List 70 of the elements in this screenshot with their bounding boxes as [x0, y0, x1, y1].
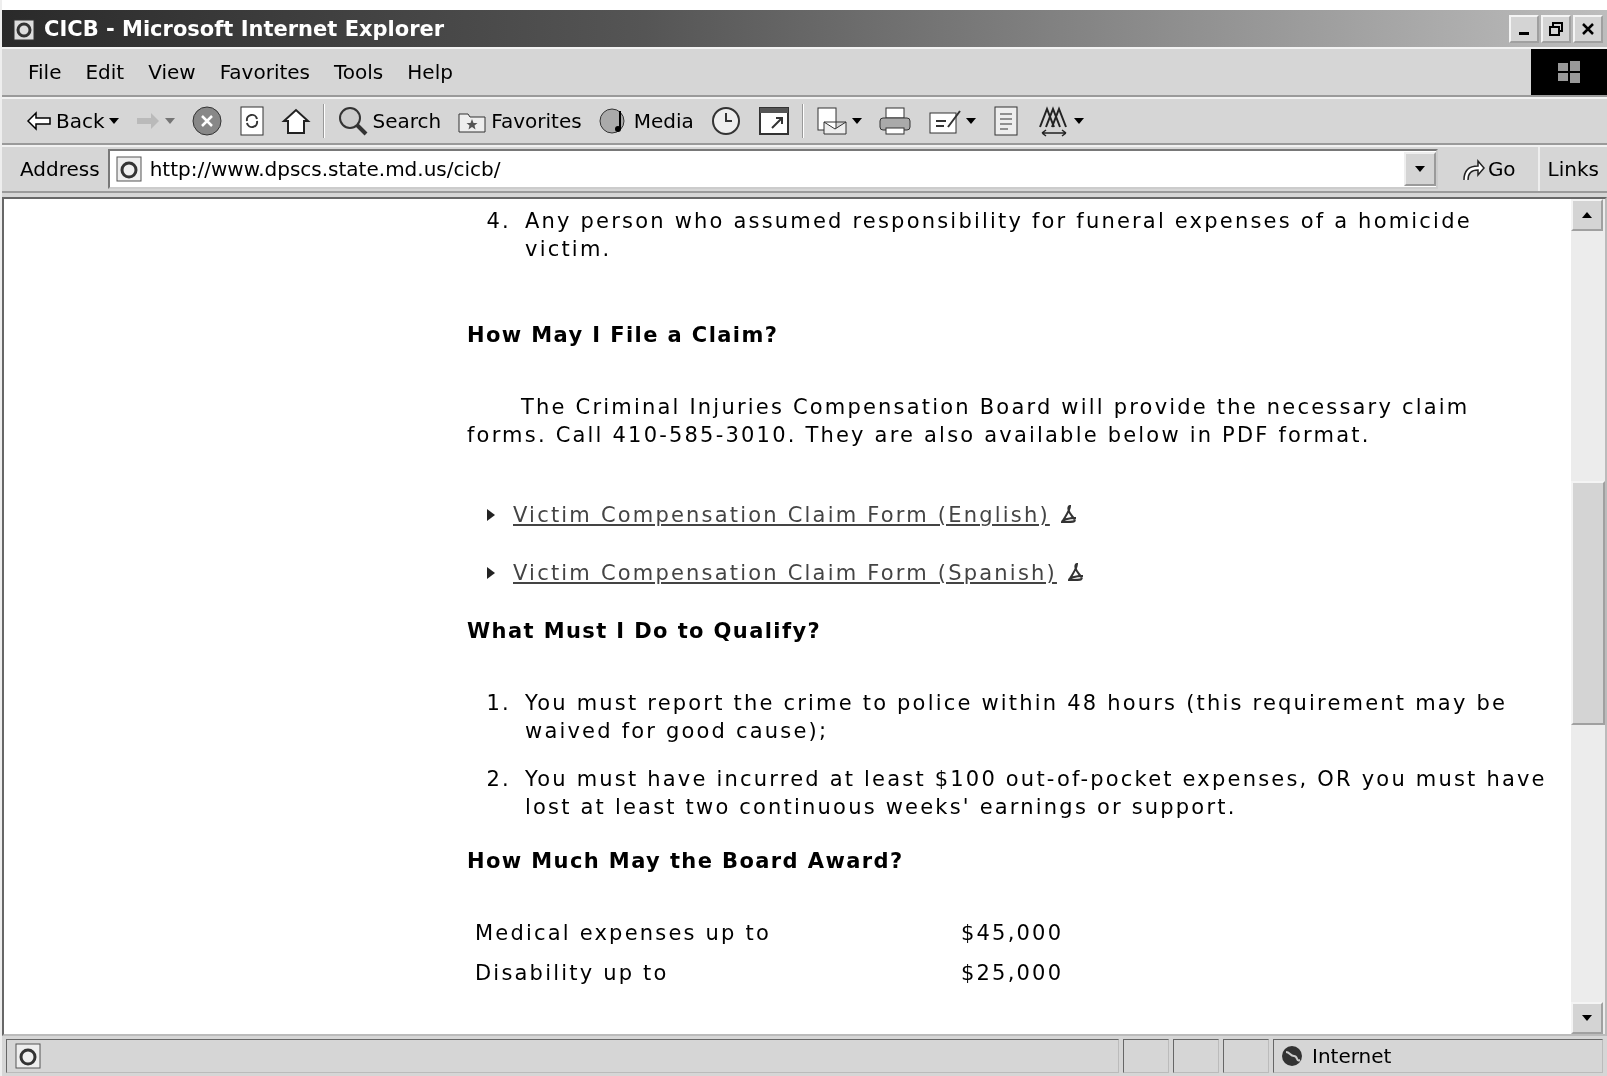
globe-icon	[1280, 1044, 1304, 1068]
list-number: 4.	[485, 208, 512, 235]
search-button[interactable]: Search	[332, 105, 446, 137]
menu-item[interactable]: Favorites	[207, 60, 322, 84]
search-icon	[336, 105, 369, 137]
dropdown-button[interactable]	[1403, 152, 1436, 186]
security-zone: Internet	[1312, 1044, 1392, 1068]
go-button[interactable]: Go	[1445, 156, 1530, 182]
menu-item[interactable]: File	[16, 60, 74, 84]
window-title: CICB - Microsoft Internet Explorer	[44, 16, 446, 41]
claim-form-link[interactable]: Victim Compensation Claim Form (Spanish)	[513, 559, 1057, 587]
page-icon	[13, 1041, 43, 1071]
table-cell-text: Disability up to	[475, 960, 670, 987]
restore-button[interactable]	[1541, 14, 1571, 43]
list-item-text: You must have incurred at least $100 out-of-pocket expenses, OR you must have lost at least two continuous weeks' earnings or support.	[525, 766, 1548, 821]
claim-form-link[interactable]: Victim Compensation Claim Form (English)	[513, 501, 1050, 529]
address-field[interactable]: http://www.dpscs.state.md.us/cicb/	[107, 149, 1438, 189]
bullet-icon	[487, 509, 495, 521]
document-icon	[991, 105, 1020, 137]
clock-icon	[709, 105, 742, 137]
mail-icon	[815, 106, 848, 136]
status-pane	[1223, 1039, 1269, 1073]
list-number: 2.	[485, 766, 512, 793]
table-cell-text: Medical expenses up to	[475, 920, 772, 947]
home-icon	[280, 106, 311, 136]
address-label: Address	[20, 157, 100, 181]
refresh-icon	[238, 105, 265, 137]
caret-icon	[108, 118, 119, 124]
caret-icon	[965, 118, 976, 124]
minimize-icon	[1519, 31, 1529, 35]
page-icon	[113, 154, 144, 184]
media-button[interactable]: Media	[593, 105, 698, 137]
caret-icon	[1414, 166, 1425, 172]
scroll-thumb[interactable]	[1571, 481, 1605, 725]
status-pane	[1173, 1039, 1219, 1073]
close-icon	[1581, 21, 1595, 36]
scroll-down-button[interactable]	[1571, 1002, 1603, 1034]
paragraph: The Criminal Injuries Compensation Board will provide the necessary claim forms. Call 410-585-3010. They are also available below in PDF format.	[467, 394, 1471, 449]
scrollbar[interactable]	[1571, 199, 1605, 1034]
status-pane	[1123, 1039, 1169, 1073]
list-item-text: Any person who assumed responsibility for funeral expenses of a homicide victim.	[525, 208, 1473, 263]
section-heading: How May I File a Claim?	[467, 322, 780, 349]
caret-icon	[164, 118, 175, 124]
menu-item[interactable]: Help	[395, 60, 465, 84]
list-item-text: You must report the crime to police within 48 hours (this requirement may be waived for good cause);	[525, 690, 1509, 745]
favorites-button[interactable]: Favorites	[453, 108, 586, 134]
table-cell-text: $25,000	[961, 960, 1065, 987]
section-heading: What Must I Do to Qualify?	[467, 618, 823, 645]
links-button[interactable]: Links	[1537, 147, 1607, 191]
restore-icon	[1549, 21, 1563, 36]
back-button[interactable]: Back	[22, 109, 123, 133]
up-arrow-icon	[1582, 212, 1592, 218]
section-heading: How Much May the Board Award?	[467, 848, 905, 875]
caret-icon	[1582, 1015, 1592, 1021]
bullet-icon	[487, 567, 495, 579]
back-arrow-icon	[26, 111, 52, 131]
list-number: 1.	[485, 690, 512, 717]
caret-icon	[1073, 118, 1084, 124]
caret-icon	[851, 118, 862, 124]
scroll-up-button[interactable]	[1571, 199, 1603, 231]
minimize-button[interactable]	[1509, 14, 1539, 43]
menu-item[interactable]: View	[136, 60, 208, 84]
printer-icon	[877, 106, 912, 136]
menu-item[interactable]: Edit	[73, 60, 137, 84]
stop-icon	[190, 105, 223, 137]
forward-arrow-icon	[134, 111, 161, 131]
close-button[interactable]	[1573, 14, 1603, 43]
menu-item[interactable]: Tools	[322, 60, 396, 84]
window-icon	[757, 106, 790, 136]
table-cell-text: $45,000	[961, 920, 1065, 947]
